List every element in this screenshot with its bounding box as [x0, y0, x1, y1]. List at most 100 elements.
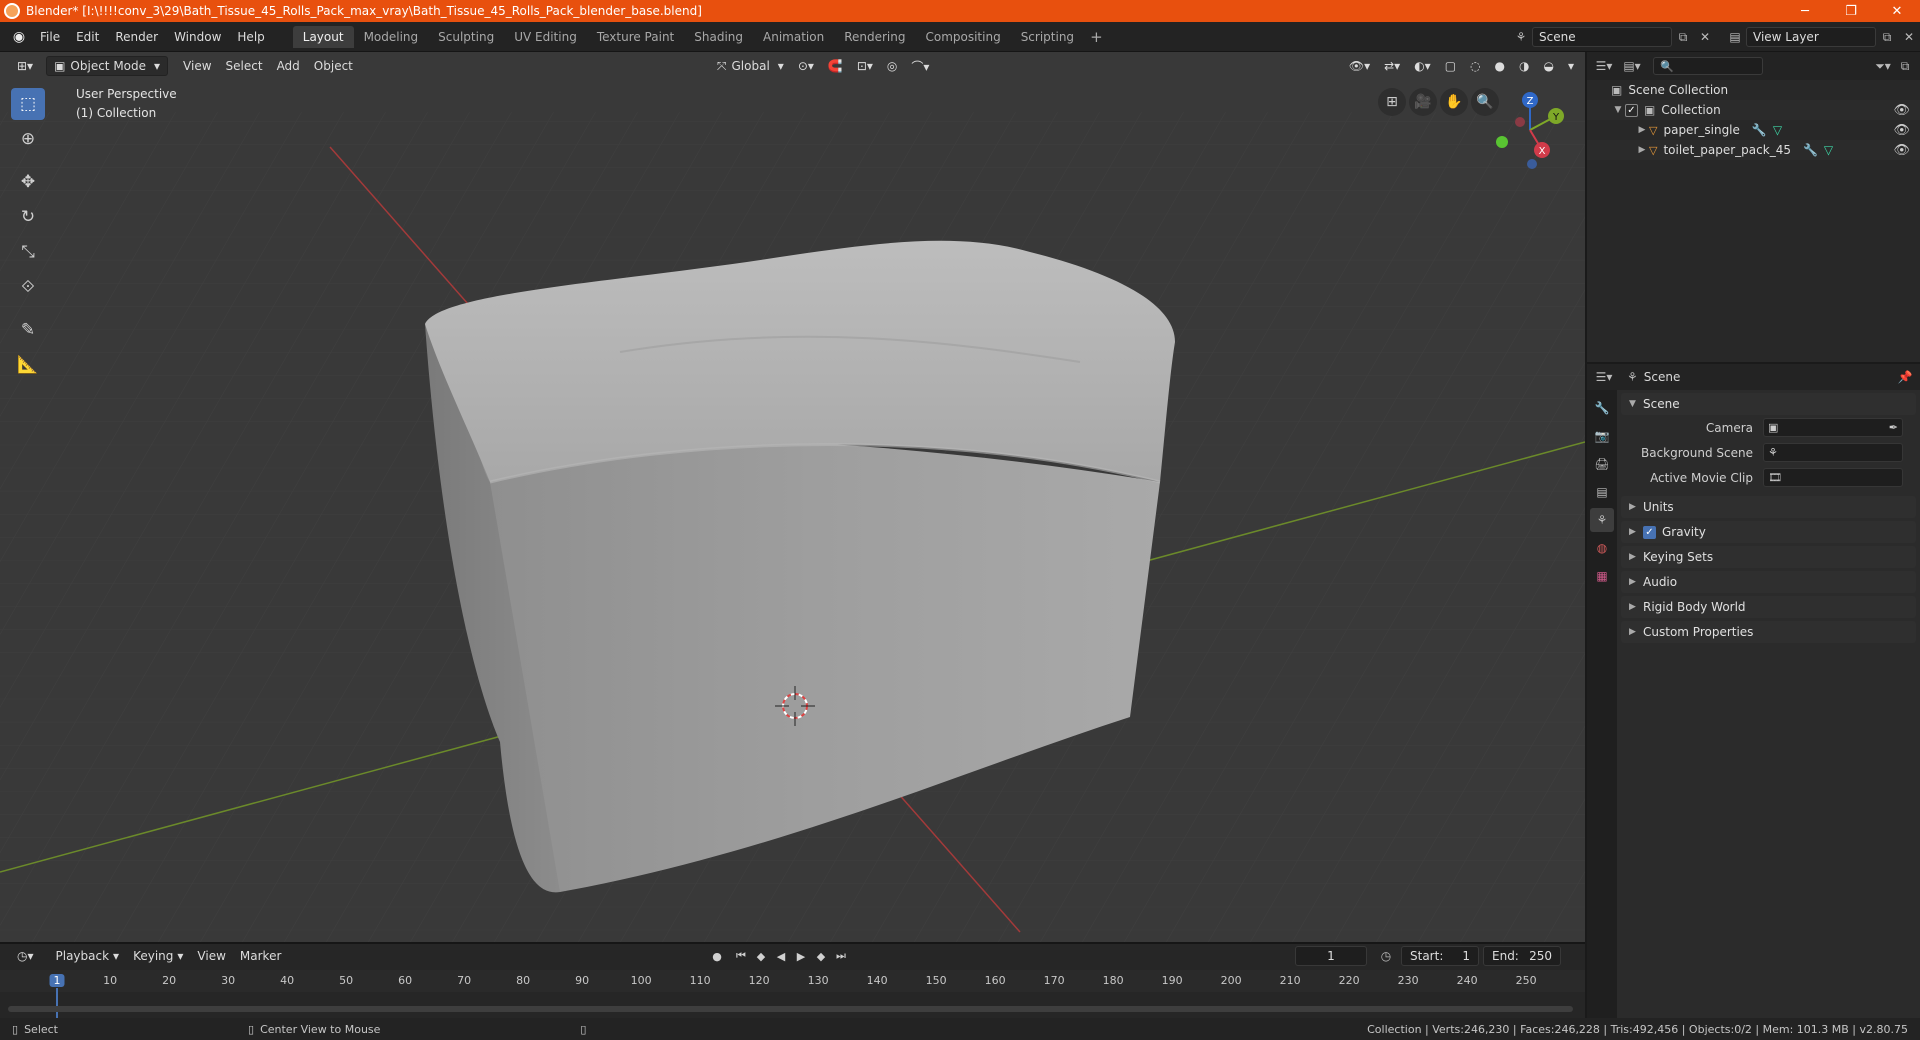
outliner-collection[interactable]: ▼ ✓ ▣ Collection 👁 — [1587, 100, 1920, 120]
tab-uv-editing[interactable]: UV Editing — [504, 26, 587, 48]
gizmo-toggle-icon[interactable]: ⇄▾ — [1377, 56, 1407, 76]
outliner-object-row[interactable]: ▶ ▽ toilet_paper_pack_45 🔧 ▽ 👁 — [1587, 140, 1920, 160]
tab-texture-paint[interactable]: Texture Paint — [587, 26, 684, 48]
eyedropper-icon[interactable]: ✒ — [1889, 421, 1898, 434]
new-collection-icon[interactable]: ⧉ — [1894, 56, 1916, 76]
menu-render[interactable]: Render — [107, 26, 166, 48]
visibility-eye-icon[interactable]: 👁 — [1893, 123, 1910, 138]
new-scene-icon[interactable]: ⧉ — [1672, 27, 1694, 47]
world-tab-icon[interactable]: ◍ — [1590, 536, 1614, 560]
expand-arrow-icon[interactable]: ▶ — [1635, 145, 1649, 155]
viewport-menu-view[interactable]: View — [176, 56, 218, 76]
expand-arrow-icon[interactable]: ▶ — [1635, 125, 1649, 135]
display-mode-icon[interactable]: ▤▾ — [1621, 56, 1643, 76]
outliner-editor-type-icon[interactable]: ☰▾ — [1593, 56, 1615, 76]
view-layer-icon[interactable]: ▤ — [1724, 27, 1746, 47]
mesh-data-icon[interactable]: ▽ — [1773, 123, 1782, 137]
menu-window[interactable]: Window — [166, 26, 229, 48]
view-layer-field[interactable]: View Layer — [1746, 27, 1876, 47]
timeline-menu-marker[interactable]: Marker — [233, 946, 288, 966]
select-box-tool-icon[interactable]: ⬚ — [11, 88, 45, 120]
snap-icon[interactable]: 🧲 — [821, 56, 850, 76]
timeline-ruler[interactable]: 1 10 20 30 40 50 60 70 80 90 100 110 120 130 140 150 160… — [0, 970, 1585, 1018]
properties-editor-type-icon[interactable]: ☰▾ — [1593, 367, 1615, 387]
gravity-checkbox[interactable]: ✓ — [1643, 525, 1656, 539]
menu-edit[interactable]: Edit — [68, 26, 107, 48]
rigid-body-world-panel-header[interactable]: ▶ Rigid Body World — [1621, 596, 1916, 618]
render-tab-icon[interactable]: 📷 — [1590, 424, 1614, 448]
scene-tab-icon[interactable]: ⚘ — [1590, 508, 1614, 532]
overlay-toggle-icon[interactable]: ◐▾ — [1407, 56, 1438, 76]
next-keyframe-icon[interactable]: ◆ — [811, 946, 831, 966]
proportional-edit-icon[interactable]: ◎ — [880, 56, 904, 76]
texture-tab-icon[interactable]: ▦ — [1590, 564, 1614, 588]
scene-panel-header[interactable]: ▼ Scene — [1621, 393, 1916, 415]
tab-compositing[interactable]: Compositing — [915, 26, 1010, 48]
tab-scripting[interactable]: Scripting — [1011, 26, 1084, 48]
tool-tab-icon[interactable]: 🔧 — [1590, 396, 1614, 420]
minimize-button[interactable]: ─ — [1782, 0, 1828, 22]
close-button[interactable]: ✕ — [1874, 0, 1920, 22]
viewport-menu-object[interactable]: Object — [307, 56, 360, 76]
keying-sets-panel-header[interactable]: ▶ Keying Sets — [1621, 546, 1916, 568]
timeline-menu-view[interactable]: View — [190, 946, 232, 966]
editor-type-icon[interactable]: ⊞▾ — [10, 56, 40, 76]
menu-help[interactable]: Help — [229, 26, 272, 48]
rendered-shading-icon[interactable]: ◒ — [1536, 56, 1560, 76]
play-icon[interactable]: ▶ — [791, 946, 811, 966]
modifier-wrench-icon[interactable]: 🔧 — [1752, 123, 1767, 137]
transform-tool-icon[interactable]: ⟐ — [11, 271, 45, 303]
material-shading-icon[interactable]: ◑ — [1512, 56, 1536, 76]
visibility-eye-icon[interactable]: 👁 — [1893, 143, 1910, 158]
jump-start-icon[interactable]: ⏮ — [731, 946, 751, 966]
solid-shading-icon[interactable]: ● — [1488, 56, 1512, 76]
viewport-menu-add[interactable]: Add — [270, 56, 307, 76]
prev-keyframe-icon[interactable]: ◆ — [751, 946, 771, 966]
visibility-eye-icon[interactable]: 👁 — [1893, 103, 1910, 118]
maximize-button[interactable]: ❐ — [1828, 0, 1874, 22]
start-frame-field[interactable]: Start: 1 — [1401, 946, 1479, 966]
scene-name-field[interactable]: Scene — [1532, 27, 1672, 47]
camera-view-icon[interactable]: 🎥 — [1409, 88, 1437, 116]
units-panel-header[interactable]: ▶ Units — [1621, 496, 1916, 518]
transform-orientation-selector[interactable]: ⤧ Global ▾ — [710, 56, 791, 76]
record-icon[interactable]: ● — [707, 946, 727, 966]
tab-rendering[interactable]: Rendering — [834, 26, 915, 48]
wireframe-shading-icon[interactable]: ◌ — [1463, 56, 1487, 76]
timeline-menu-playback[interactable]: Playback ▾ — [49, 946, 127, 966]
audio-panel-header[interactable]: ▶ Audio — [1621, 571, 1916, 593]
background-scene-field[interactable]: ⚘ — [1763, 443, 1903, 462]
jump-end-icon[interactable]: ⏭ — [831, 946, 851, 966]
playhead-line[interactable] — [56, 988, 58, 1018]
timeline-menu-keying[interactable]: Keying ▾ — [126, 946, 190, 966]
tab-shading[interactable]: Shading — [684, 26, 753, 48]
pin-icon[interactable]: 📌 — [1894, 367, 1916, 387]
tab-sculpting[interactable]: Sculpting — [428, 26, 504, 48]
viewport-menu-select[interactable]: Select — [219, 56, 270, 76]
view-layer-tab-icon[interactable]: ▤ — [1590, 480, 1614, 504]
new-view-layer-icon[interactable]: ⧉ — [1876, 27, 1898, 47]
delete-scene-icon[interactable]: ✕ — [1694, 27, 1716, 47]
scale-tool-icon[interactable]: ⤡ — [11, 236, 45, 268]
expand-arrow-icon[interactable]: ▼ — [1611, 105, 1625, 115]
toggle-grid-icon[interactable]: ⊞ — [1378, 88, 1406, 116]
tab-animation[interactable]: Animation — [753, 26, 834, 48]
move-tool-icon[interactable]: ✥ — [11, 166, 45, 198]
measure-tool-icon[interactable]: 📐 — [11, 349, 45, 381]
visibility-icon[interactable]: 👁▾ — [1342, 56, 1377, 76]
play-reverse-icon[interactable]: ◀ — [771, 946, 791, 966]
outliner-search-input[interactable]: 🔍 — [1653, 57, 1763, 75]
3d-viewport[interactable]: ⊞▾ ▣ Object Mode ▾ View Select Add Object … — [0, 52, 1585, 942]
current-frame-field[interactable]: 1 — [1295, 946, 1367, 966]
annotate-tool-icon[interactable]: ✎ — [11, 314, 45, 346]
outliner-scene-collection[interactable]: ▣ Scene Collection — [1587, 80, 1920, 100]
pivot-point-icon[interactable]: ⊙▾ — [791, 56, 821, 76]
active-movie-clip-field[interactable]: 🎞 — [1763, 468, 1903, 487]
xray-toggle-icon[interactable]: ▢ — [1438, 56, 1463, 76]
collection-checkbox[interactable]: ✓ — [1625, 103, 1638, 117]
cursor-tool-icon[interactable]: ⊕ — [11, 123, 45, 155]
tab-modeling[interactable]: Modeling — [354, 26, 429, 48]
mesh-data-icon[interactable]: ▽ — [1824, 143, 1833, 157]
add-workspace-button[interactable]: + — [1084, 28, 1109, 46]
rotate-tool-icon[interactable]: ↻ — [11, 201, 45, 233]
